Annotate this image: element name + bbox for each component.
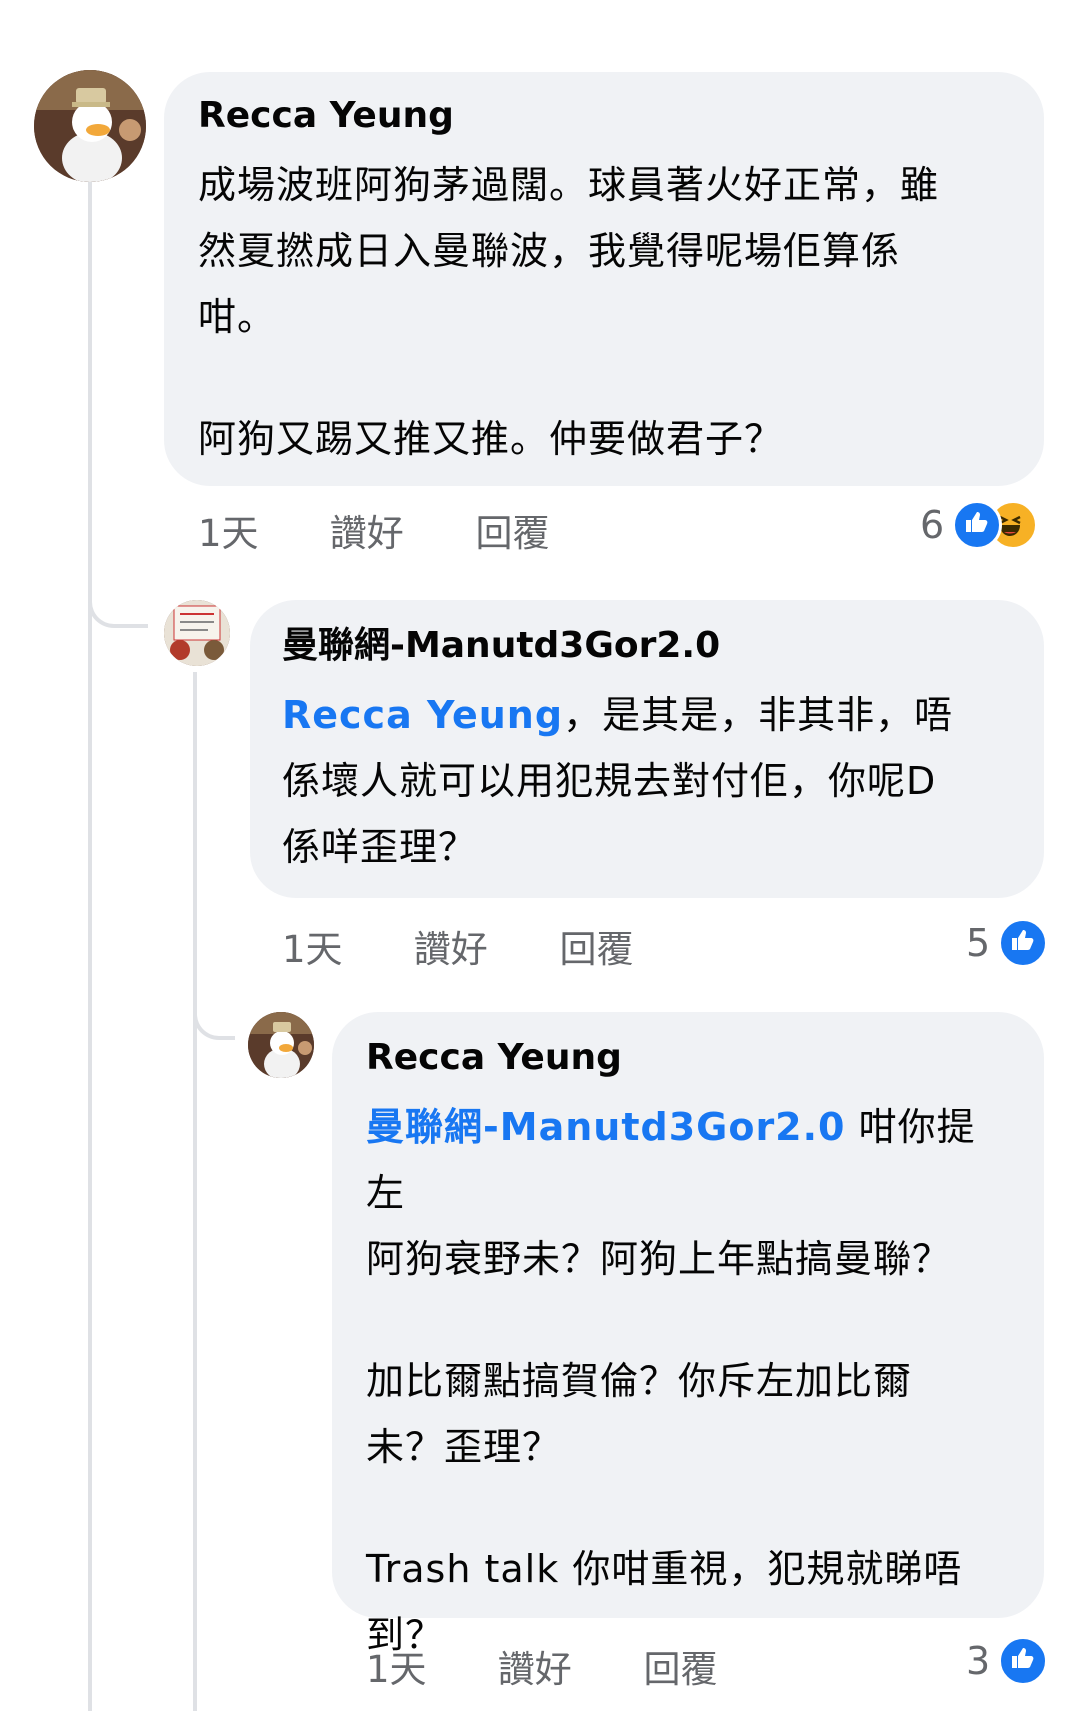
comment-bubble: Recca Yeung 成場波班阿狗茅過闊。球員著火好正常，雖 然夏撚成日入曼聯… [164,72,1044,486]
comment-bubble: 曼聯網-Manutd3Gor2.0 Recca Yeung，是其是，非其非，唔 … [250,600,1044,898]
comment-line: 未？歪理？ [366,1425,562,1469]
comment-line: 咁。 [198,295,277,339]
like-button[interactable]: 讚好 [330,512,464,556]
reaction-summary[interactable]: 6 [920,500,1039,550]
reaction-count: 5 [966,921,991,965]
comment-line: 係壞人就可以用犯規去對付佢，你呢D [282,759,937,803]
comment-line: 加比爾點搞賀倫？你斥左加比爾 [366,1359,913,1403]
like-icon [998,1636,1049,1686]
comment-text: Recca Yeung，是其是，非其非，唔 係壞人就可以用犯規去對付佢，你呢D … [282,682,1012,880]
timestamp[interactable]: 1天 [282,928,402,972]
comment-thread: Recca Yeung 成場波班阿狗茅過闊。球員著火好正常，雖 然夏撚成日入曼聯… [0,0,1080,1711]
comment-author[interactable]: 曼聯網-Manutd3Gor2.0 [282,624,1012,668]
comment-meta: 1天 讚好 回覆 [366,1648,718,1692]
reaction-count: 3 [966,1639,991,1683]
like-icon [998,918,1049,968]
comment-line: 然夏撚成日入曼聯波，我覺得呢場佢算係 [198,229,901,273]
comment-meta: 1天 讚好 回覆 [198,512,550,556]
like-button[interactable]: 讚好 [498,1648,632,1692]
comment-line: 係咩歪理？ [282,825,478,869]
comment-line: 阿狗衰野未？阿狗上年點搞曼聯？ [366,1237,952,1281]
comment-author[interactable]: Recca Yeung [366,1036,1012,1080]
reaction-count: 6 [920,503,945,547]
avatar[interactable] [34,70,146,182]
avatar[interactable] [164,600,230,666]
reply-button[interactable]: 回覆 [644,1648,718,1692]
like-button[interactable]: 讚好 [414,928,548,972]
comment-text: 曼聯網-Manutd3Gor2.0 咁你提左 阿狗衰野未？阿狗上年點搞曼聯？ 加… [366,1094,1012,1668]
thread-line-reply [193,672,197,1711]
mention-link[interactable]: Recca Yeung [282,693,563,737]
thread-connector-reply-1 [88,540,148,628]
comment-line-text: ，是其是，非其非，唔 [563,693,954,737]
comment-author[interactable]: Recca Yeung [198,94,1010,138]
thread-connector-reply-2 [193,950,235,1040]
reply-button[interactable]: 回覆 [476,512,550,556]
reply-button[interactable]: 回覆 [560,928,634,972]
comment-line: 成場波班阿狗茅過闊。球員著火好正常，雖 [198,163,940,207]
timestamp[interactable]: 1天 [198,512,318,556]
comment-line: Trash talk 你咁重視，犯規就睇唔 [366,1547,963,1591]
thread-line-main [88,178,92,1711]
comment-meta: 1天 讚好 回覆 [282,928,634,972]
comment-bubble: Recca Yeung 曼聯網-Manutd3Gor2.0 咁你提左 阿狗衰野未… [332,1012,1044,1657]
comment-line: 曼聯網-Manutd3Gor2.0 咁你提左 [366,1094,1012,1226]
mention-link[interactable]: 曼聯網-Manutd3Gor2.0 [366,1105,846,1149]
comment-text: 成場波班阿狗茅過闊。球員著火好正常，雖 然夏撚成日入曼聯波，我覺得呢場佢算係 咁… [198,152,1010,472]
reaction-summary[interactable]: 5 [966,918,1049,968]
comment-line: 阿狗又踢又推又推。仲要做君子？ [198,417,784,461]
like-icon [952,500,1003,550]
timestamp[interactable]: 1天 [366,1648,486,1692]
avatar[interactable] [248,1012,314,1078]
comment-line: Recca Yeung，是其是，非其非，唔 [282,682,1012,748]
reaction-summary[interactable]: 3 [966,1636,1049,1686]
